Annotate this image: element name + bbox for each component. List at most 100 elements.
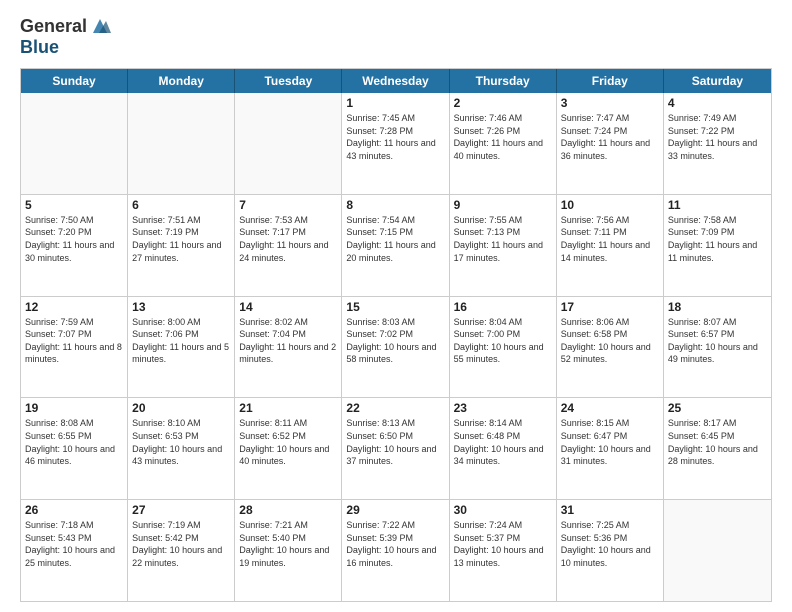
day-cell bbox=[21, 93, 128, 194]
day-number: 5 bbox=[25, 198, 123, 212]
day-info: Sunrise: 8:17 AM Sunset: 6:45 PM Dayligh… bbox=[668, 417, 767, 467]
day-info: Sunrise: 8:11 AM Sunset: 6:52 PM Dayligh… bbox=[239, 417, 337, 467]
day-cell: 4Sunrise: 7:49 AM Sunset: 7:22 PM Daylig… bbox=[664, 93, 771, 194]
day-info: Sunrise: 7:45 AM Sunset: 7:28 PM Dayligh… bbox=[346, 112, 444, 162]
day-cell: 28 Sunrise: 7:21 AM Sunset: 5:40 PM Dayli… bbox=[235, 500, 342, 601]
day-cell: 29 Sunrise: 7:22 AM Sunset: 5:39 PM Dayli… bbox=[342, 500, 449, 601]
day-info: Sunrise: 8:13 AM Sunset: 6:50 PM Dayligh… bbox=[346, 417, 444, 467]
day-number: 10 bbox=[561, 198, 659, 212]
day-number: 20 bbox=[132, 401, 230, 415]
day-cell: 27 Sunrise: 7:19 AM Sunset: 5:42 PM Dayli… bbox=[128, 500, 235, 601]
day-info: Sunrise: 7:47 AM Sunset: 7:24 PM Dayligh… bbox=[561, 112, 659, 162]
day-info: Sunrise: 8:03 AM Sunset: 7:02 PM Dayligh… bbox=[346, 316, 444, 366]
week-row-5: 26 Sunrise: 7:18 AM Sunset: 5:43 PM Dayli… bbox=[21, 499, 771, 601]
day-header-saturday: Saturday bbox=[664, 69, 771, 93]
day-cell: 26 Sunrise: 7:18 AM Sunset: 5:43 PM Dayli… bbox=[21, 500, 128, 601]
day-info: Sunrise: 7:21 AM Sunset: 5:40 PM Dayligh… bbox=[239, 519, 337, 569]
day-number: 27 bbox=[132, 503, 230, 517]
day-cell: 22 Sunrise: 8:13 AM Sunset: 6:50 PM Dayli… bbox=[342, 398, 449, 499]
day-number: 1 bbox=[346, 96, 444, 110]
day-info: Sunrise: 8:10 AM Sunset: 6:53 PM Dayligh… bbox=[132, 417, 230, 467]
day-cell: 7Sunrise: 7:53 AM Sunset: 7:17 PM Daylig… bbox=[235, 195, 342, 296]
day-cell bbox=[235, 93, 342, 194]
day-info: Sunrise: 7:58 AM Sunset: 7:09 PM Dayligh… bbox=[668, 214, 767, 264]
day-cell: 23 Sunrise: 8:14 AM Sunset: 6:48 PM Dayli… bbox=[450, 398, 557, 499]
day-header-thursday: Thursday bbox=[450, 69, 557, 93]
day-cell: 30Sunrise: 7:24 AM Sunset: 5:37 PM Dayli… bbox=[450, 500, 557, 601]
day-cell: 8Sunrise: 7:54 AM Sunset: 7:15 PM Daylig… bbox=[342, 195, 449, 296]
day-number: 9 bbox=[454, 198, 552, 212]
day-info: Sunrise: 8:14 AM Sunset: 6:48 PM Dayligh… bbox=[454, 417, 552, 467]
day-cell: 13Sunrise: 8:00 AM Sunset: 7:06 PM Dayli… bbox=[128, 297, 235, 398]
day-cell: 11Sunrise: 7:58 AM Sunset: 7:09 PM Dayli… bbox=[664, 195, 771, 296]
day-info: Sunrise: 7:46 AM Sunset: 7:26 PM Dayligh… bbox=[454, 112, 552, 162]
day-cell: 31Sunrise: 7:25 AM Sunset: 5:36 PM Dayli… bbox=[557, 500, 664, 601]
day-number: 19 bbox=[25, 401, 123, 415]
day-cell bbox=[664, 500, 771, 601]
week-row-1: 1 Sunrise: 7:45 AM Sunset: 7:28 PM Daylig… bbox=[21, 93, 771, 194]
day-number: 14 bbox=[239, 300, 337, 314]
day-number: 24 bbox=[561, 401, 659, 415]
day-cell: 14 Sunrise: 8:02 AM Sunset: 7:04 PM Dayli… bbox=[235, 297, 342, 398]
day-cell: 5 Sunrise: 7:50 AM Sunset: 7:20 PM Daylig… bbox=[21, 195, 128, 296]
day-number: 25 bbox=[668, 401, 767, 415]
day-cell: 3Sunrise: 7:47 AM Sunset: 7:24 PM Daylig… bbox=[557, 93, 664, 194]
day-cell: 9Sunrise: 7:55 AM Sunset: 7:13 PM Daylig… bbox=[450, 195, 557, 296]
day-info: Sunrise: 8:02 AM Sunset: 7:04 PM Dayligh… bbox=[239, 316, 337, 366]
day-cell: 1 Sunrise: 7:45 AM Sunset: 7:28 PM Daylig… bbox=[342, 93, 449, 194]
day-number: 2 bbox=[454, 96, 552, 110]
day-cell: 21 Sunrise: 8:11 AM Sunset: 6:52 PM Dayli… bbox=[235, 398, 342, 499]
day-info: Sunrise: 7:22 AM Sunset: 5:39 PM Dayligh… bbox=[346, 519, 444, 569]
day-cell: 18 Sunrise: 8:07 AM Sunset: 6:57 PM Dayli… bbox=[664, 297, 771, 398]
day-info: Sunrise: 7:59 AM Sunset: 7:07 PM Dayligh… bbox=[25, 316, 123, 366]
day-number: 23 bbox=[454, 401, 552, 415]
calendar: SundayMondayTuesdayWednesdayThursdayFrid… bbox=[20, 68, 772, 602]
day-number: 21 bbox=[239, 401, 337, 415]
day-headers: SundayMondayTuesdayWednesdayThursdayFrid… bbox=[21, 69, 771, 93]
day-cell: 20 Sunrise: 8:10 AM Sunset: 6:53 PM Dayli… bbox=[128, 398, 235, 499]
day-cell: 17Sunrise: 8:06 AM Sunset: 6:58 PM Dayli… bbox=[557, 297, 664, 398]
day-info: Sunrise: 8:04 AM Sunset: 7:00 PM Dayligh… bbox=[454, 316, 552, 366]
logo: General Blue bbox=[20, 16, 111, 58]
day-number: 30 bbox=[454, 503, 552, 517]
day-number: 28 bbox=[239, 503, 337, 517]
day-cell: 19Sunrise: 8:08 AM Sunset: 6:55 PM Dayli… bbox=[21, 398, 128, 499]
day-header-monday: Monday bbox=[128, 69, 235, 93]
day-cell: 24 Sunrise: 8:15 AM Sunset: 6:47 PM Dayli… bbox=[557, 398, 664, 499]
logo-general: General bbox=[20, 16, 87, 37]
day-info: Sunrise: 7:49 AM Sunset: 7:22 PM Dayligh… bbox=[668, 112, 767, 162]
day-info: Sunrise: 7:19 AM Sunset: 5:42 PM Dayligh… bbox=[132, 519, 230, 569]
day-number: 15 bbox=[346, 300, 444, 314]
weeks: 1 Sunrise: 7:45 AM Sunset: 7:28 PM Daylig… bbox=[21, 93, 771, 601]
week-row-4: 19Sunrise: 8:08 AM Sunset: 6:55 PM Dayli… bbox=[21, 397, 771, 499]
logo-icon bbox=[89, 15, 111, 37]
day-info: Sunrise: 7:50 AM Sunset: 7:20 PM Dayligh… bbox=[25, 214, 123, 264]
day-number: 18 bbox=[668, 300, 767, 314]
calendar-page: General Blue SundayMondayTuesdayWednesda… bbox=[0, 0, 792, 612]
day-cell: 25 Sunrise: 8:17 AM Sunset: 6:45 PM Dayli… bbox=[664, 398, 771, 499]
day-header-wednesday: Wednesday bbox=[342, 69, 449, 93]
day-cell: 2 Sunrise: 7:46 AM Sunset: 7:26 PM Daylig… bbox=[450, 93, 557, 194]
day-header-sunday: Sunday bbox=[21, 69, 128, 93]
day-info: Sunrise: 8:15 AM Sunset: 6:47 PM Dayligh… bbox=[561, 417, 659, 467]
day-number: 16 bbox=[454, 300, 552, 314]
day-number: 6 bbox=[132, 198, 230, 212]
day-number: 29 bbox=[346, 503, 444, 517]
day-number: 13 bbox=[132, 300, 230, 314]
day-cell bbox=[128, 93, 235, 194]
day-info: Sunrise: 7:53 AM Sunset: 7:17 PM Dayligh… bbox=[239, 214, 337, 264]
day-number: 17 bbox=[561, 300, 659, 314]
day-number: 26 bbox=[25, 503, 123, 517]
day-number: 22 bbox=[346, 401, 444, 415]
day-cell: 6 Sunrise: 7:51 AM Sunset: 7:19 PM Daylig… bbox=[128, 195, 235, 296]
day-info: Sunrise: 7:18 AM Sunset: 5:43 PM Dayligh… bbox=[25, 519, 123, 569]
day-cell: 12 Sunrise: 7:59 AM Sunset: 7:07 PM Dayli… bbox=[21, 297, 128, 398]
day-cell: 16 Sunrise: 8:04 AM Sunset: 7:00 PM Dayli… bbox=[450, 297, 557, 398]
day-header-friday: Friday bbox=[557, 69, 664, 93]
day-header-tuesday: Tuesday bbox=[235, 69, 342, 93]
day-number: 12 bbox=[25, 300, 123, 314]
day-info: Sunrise: 8:07 AM Sunset: 6:57 PM Dayligh… bbox=[668, 316, 767, 366]
day-info: Sunrise: 7:51 AM Sunset: 7:19 PM Dayligh… bbox=[132, 214, 230, 264]
day-info: Sunrise: 7:25 AM Sunset: 5:36 PM Dayligh… bbox=[561, 519, 659, 569]
logo-blue: Blue bbox=[20, 37, 59, 57]
